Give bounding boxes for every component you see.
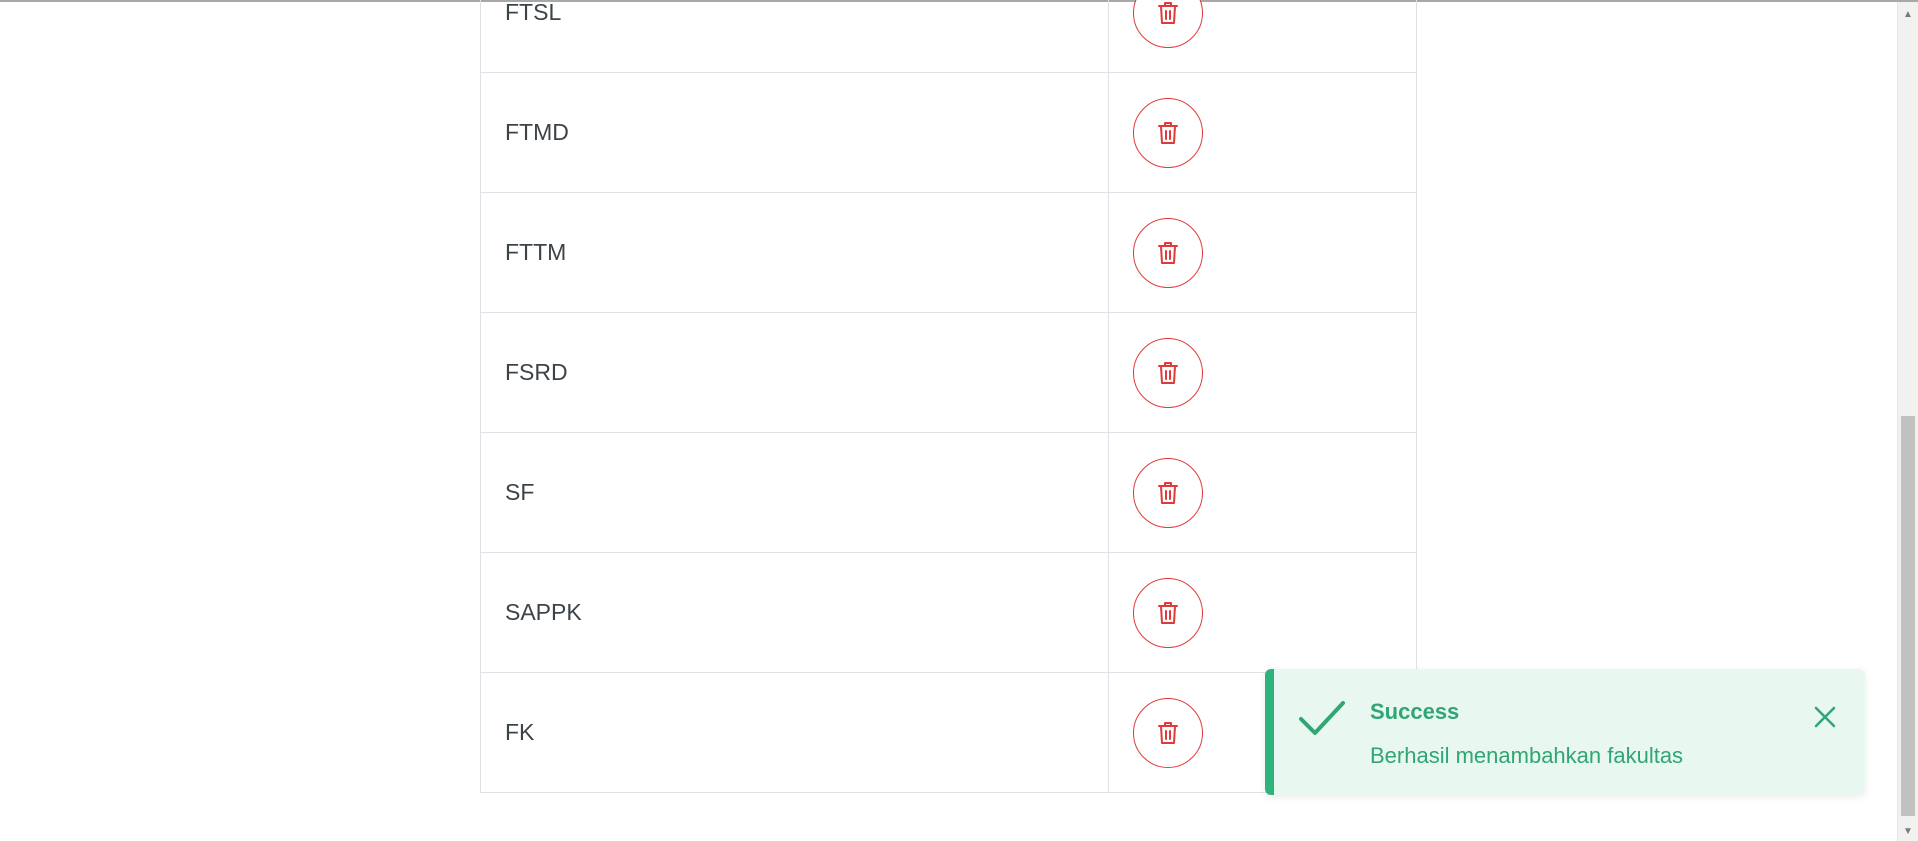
delete-button[interactable] (1133, 697, 1203, 768)
toast-title: Success (1370, 699, 1460, 724)
action-cell (1109, 73, 1416, 192)
delete-button[interactable] (1133, 97, 1203, 168)
check-icon (1299, 701, 1345, 735)
delete-button[interactable] (1133, 577, 1203, 648)
table-row: SF (481, 432, 1416, 552)
trash-icon (1158, 481, 1178, 504)
toast-message: Berhasil menambahkan fakultas (1370, 743, 1684, 768)
delete-button[interactable] (1133, 457, 1203, 528)
delete-button[interactable] (1133, 0, 1203, 48)
faculty-name: SF (481, 433, 1109, 552)
table-row: FTSL (481, 0, 1416, 72)
trash-icon (1158, 121, 1178, 144)
toast-accent-bar (1265, 669, 1274, 795)
scroll-up-arrow-icon[interactable]: ▲ (1898, 4, 1918, 24)
close-icon[interactable] (1813, 705, 1837, 729)
delete-button[interactable] (1133, 337, 1203, 408)
trash-icon (1158, 1, 1178, 24)
action-cell (1109, 313, 1416, 432)
faculty-name: FTMD (481, 73, 1109, 192)
success-toast: Success Berhasil menambahkan fakultas (1265, 669, 1865, 795)
trash-icon (1158, 601, 1178, 624)
faculty-name: FK (481, 673, 1109, 792)
delete-button[interactable] (1133, 217, 1203, 288)
trash-icon (1158, 241, 1178, 264)
trash-icon (1158, 721, 1178, 744)
faculty-name: SAPPK (481, 553, 1109, 672)
scrollbar-thumb[interactable] (1901, 416, 1915, 816)
scroll-down-arrow-icon[interactable]: ▼ (1898, 821, 1918, 841)
action-cell (1109, 553, 1416, 672)
table-row: SAPPK (481, 552, 1416, 672)
trash-icon (1158, 361, 1178, 384)
faculty-name: FTTM (481, 193, 1109, 312)
faculty-name: FTSL (481, 0, 1109, 72)
action-cell (1109, 433, 1416, 552)
vertical-scrollbar[interactable]: ▲ ▼ (1897, 2, 1918, 841)
faculty-name: FSRD (481, 313, 1109, 432)
table-row: FSRD (481, 312, 1416, 432)
table-row: FTTM (481, 192, 1416, 312)
action-cell (1109, 0, 1416, 72)
action-cell (1109, 193, 1416, 312)
table-row: FTMD (481, 72, 1416, 192)
